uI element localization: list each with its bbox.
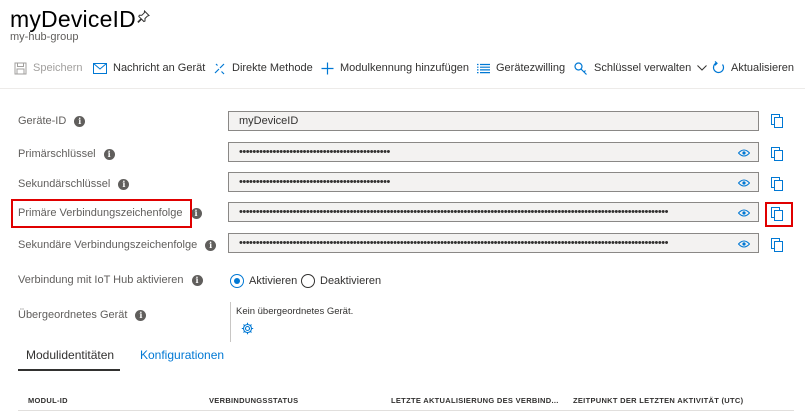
plus-icon — [321, 62, 334, 74]
enable-radio[interactable]: Aktivieren — [230, 274, 297, 288]
secondary-key-row: Sekundärschlüssel i ••••••••••••••••••••… — [0, 172, 805, 194]
pin-icon[interactable] — [137, 9, 150, 28]
mail-icon — [93, 62, 107, 74]
primary-connection-string-field[interactable]: ••••••••••••••••••••••••••••••••••••••••… — [228, 202, 759, 222]
refresh-button[interactable]: Aktualisieren — [712, 58, 794, 78]
primary-key-value: ••••••••••••••••••••••••••••••••••••••••… — [239, 146, 390, 158]
iot-hub-connection-row: Verbindung mit IoT Hub aktivieren i Akti… — [0, 272, 805, 294]
secondary-connection-string-value: ••••••••••••••••••••••••••••••••••••••••… — [239, 237, 668, 249]
info-icon[interactable]: i — [103, 148, 115, 160]
eye-icon[interactable] — [737, 148, 751, 160]
secondary-key-field[interactable]: ••••••••••••••••••••••••••••••••••••••••… — [228, 172, 759, 192]
eye-icon[interactable] — [737, 208, 751, 220]
gear-icon[interactable] — [241, 322, 254, 340]
radio-unselected-icon — [301, 274, 315, 288]
primary-key-field[interactable]: ••••••••••••••••••••••••••••••••••••••••… — [228, 142, 759, 162]
resource-group-subtitle: my-hub-group — [10, 31, 79, 43]
save-label: Speichern — [33, 62, 83, 74]
disable-radio-label: Deaktivieren — [320, 275, 382, 287]
column-header-connection-state[interactable]: VERBINDUNGSSTATUS — [209, 396, 298, 405]
add-module-identity-label: Modulkennung hinzufügen — [340, 62, 470, 74]
secondary-connection-string-label-group: Sekundäre Verbindungszeichenfolge i — [18, 239, 217, 251]
iot-hub-connection-label-group: Verbindung mit IoT Hub aktivieren i — [18, 274, 203, 286]
column-header-last-activity[interactable]: ZEITPUNKT DER LETZTEN AKTIVITÄT (UTC) — [573, 396, 743, 405]
parent-device-label: Übergeordnetes Gerät — [18, 309, 128, 321]
direct-method-button[interactable]: Direkte Methode — [213, 58, 313, 78]
column-header-last-updated[interactable]: LETZTE AKTUALISIERUNG DES VERBIND... — [391, 396, 559, 405]
eye-icon[interactable] — [737, 178, 751, 190]
eye-icon[interactable] — [737, 239, 751, 251]
iot-hub-connection-label: Verbindung mit IoT Hub aktivieren — [18, 274, 184, 286]
device-id-label: Geräte-ID — [18, 115, 67, 127]
disable-radio[interactable]: Deaktivieren — [301, 274, 381, 288]
direct-method-label: Direkte Methode — [232, 62, 313, 74]
command-bar: Speichern Nachricht an Gerät Direkte Met… — [0, 58, 805, 78]
device-twin-button[interactable]: Gerätezwilling — [477, 58, 565, 78]
refresh-icon — [712, 61, 725, 74]
secondary-connection-string-row: Sekundäre Verbindungszeichenfolge i ••••… — [0, 233, 805, 255]
primary-key-row: Primärschlüssel i ••••••••••••••••••••••… — [0, 142, 805, 164]
refresh-label: Aktualisieren — [731, 62, 794, 74]
list-icon — [477, 63, 490, 73]
active-tab-indicator — [18, 369, 120, 371]
parent-device-value: Kein übergeordnetes Gerät. — [236, 306, 354, 317]
primary-connection-string-value: ••••••••••••••••••••••••••••••••••••••••… — [239, 206, 668, 218]
secondary-key-value: ••••••••••••••••••••••••••••••••••••••••… — [239, 176, 390, 188]
device-id-label-group: Geräte-ID i — [18, 115, 86, 127]
info-icon[interactable]: i — [190, 207, 202, 219]
info-icon[interactable]: i — [205, 239, 217, 251]
secondary-connection-string-label: Sekundäre Verbindungszeichenfolge — [18, 239, 198, 251]
toolbar-divider — [0, 88, 805, 89]
direct-method-icon — [214, 63, 225, 74]
send-message-label: Nachricht an Gerät — [113, 62, 206, 74]
parent-device-label-group: Übergeordnetes Gerät i — [18, 309, 147, 321]
save-button[interactable]: Speichern — [14, 58, 83, 78]
info-icon[interactable]: i — [118, 178, 130, 190]
device-id-value: myDeviceID — [239, 115, 299, 127]
tab-configurations[interactable]: Konfigurationen — [140, 348, 224, 362]
table-header-divider — [18, 410, 794, 411]
secondary-connection-string-field[interactable]: ••••••••••••••••••••••••••••••••••••••••… — [228, 233, 759, 253]
add-module-identity-button[interactable]: Modulkennung hinzufügen — [321, 58, 469, 78]
parent-device-box: Kein übergeordnetes Gerät. — [230, 302, 431, 342]
secondary-key-label-group: Sekundärschlüssel i — [18, 178, 130, 190]
copy-highlight-box — [765, 202, 793, 227]
info-icon[interactable]: i — [191, 274, 203, 286]
page-title: myDeviceID — [10, 6, 136, 32]
copy-icon[interactable] — [771, 238, 783, 257]
primary-key-label-group: Primärschlüssel i — [18, 148, 115, 160]
info-icon[interactable]: i — [74, 115, 86, 127]
tab-module-identities[interactable]: Modulidentitäten — [26, 348, 114, 362]
manage-keys-label: Schlüssel verwalten — [594, 62, 692, 74]
label-highlight-box — [11, 199, 192, 228]
enable-radio-label: Aktivieren — [249, 275, 298, 287]
manage-keys-button[interactable]: Schlüssel verwalten — [574, 58, 708, 78]
key-icon — [574, 61, 587, 75]
chevron-down-icon — [697, 65, 708, 71]
device-twin-label: Gerätezwilling — [496, 62, 566, 74]
device-id-row: Geräte-ID i myDeviceID — [0, 111, 805, 133]
radio-selected-icon — [230, 274, 244, 288]
copy-icon[interactable] — [771, 114, 783, 133]
device-id-field[interactable]: myDeviceID — [228, 111, 759, 131]
copy-icon[interactable] — [771, 177, 783, 196]
send-message-button[interactable]: Nachricht an Gerät — [93, 58, 205, 78]
column-header-module-id[interactable]: MODUL-ID — [28, 396, 68, 405]
primary-key-label: Primärschlüssel — [18, 148, 96, 160]
info-icon[interactable]: i — [135, 309, 147, 321]
save-icon — [14, 62, 27, 74]
secondary-key-label: Sekundärschlüssel — [18, 178, 111, 190]
copy-icon[interactable] — [771, 147, 783, 166]
